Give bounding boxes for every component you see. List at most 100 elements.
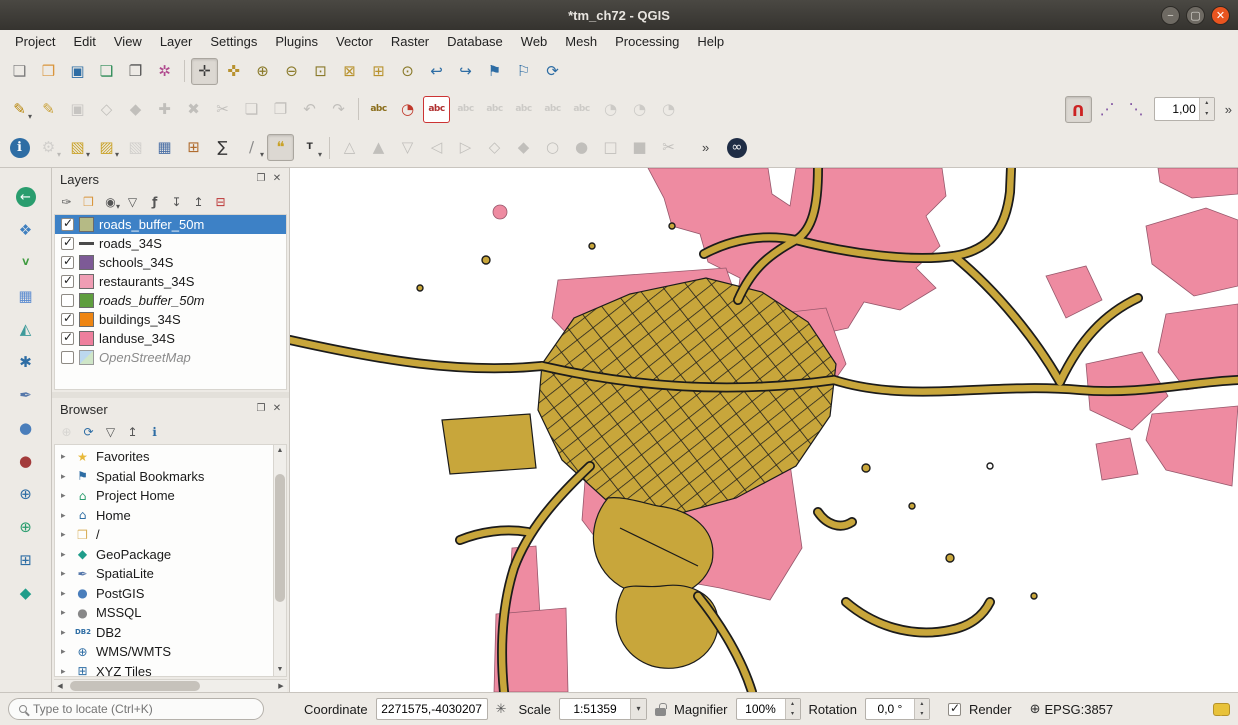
paste-features[interactable]: ❐ bbox=[267, 96, 294, 123]
mesh-select[interactable]: ▲ bbox=[365, 134, 392, 161]
spin-down-icon[interactable]: ▾ bbox=[1200, 109, 1214, 120]
geopackage[interactable]: ▸ ◆ GeoPackage bbox=[55, 545, 286, 565]
mesh-delaunay[interactable]: ● bbox=[568, 134, 595, 161]
spin-down-icon[interactable]: ▾ bbox=[786, 709, 800, 719]
manage-map-themes[interactable]: ◉ bbox=[100, 192, 121, 213]
titlebar[interactable]: *tm_ch72 - QGIS − ▢ ✕ bbox=[0, 0, 1238, 30]
layer-visibility-checkbox[interactable] bbox=[61, 218, 74, 231]
open-layer-styling-panel[interactable]: ✑ bbox=[56, 192, 77, 213]
layer-visibility-checkbox[interactable] bbox=[61, 313, 74, 326]
enable-properties-widget[interactable]: ℹ bbox=[144, 422, 165, 443]
menu-raster[interactable]: Raster bbox=[382, 32, 438, 51]
save-layer-edits[interactable]: ▣ bbox=[64, 96, 91, 123]
browser-vertical-scrollbar[interactable]: ▲ ▼ bbox=[273, 445, 286, 676]
expand-arrow-icon[interactable]: ▸ bbox=[61, 607, 69, 618]
new-print-layout[interactable]: ❏ bbox=[93, 58, 120, 85]
mesh-digitize[interactable]: △ bbox=[336, 134, 363, 161]
crs-status[interactable]: ⊕ EPSG:3857 bbox=[1030, 702, 1114, 717]
diagram-options[interactable]: ◔ bbox=[597, 96, 624, 123]
map-tips[interactable]: ❝ bbox=[267, 134, 294, 161]
filter-browser[interactable]: ▽ bbox=[100, 422, 121, 443]
add-wfs-layer[interactable]: ⊕ bbox=[10, 512, 42, 542]
show-layout-manager[interactable]: ❐ bbox=[122, 58, 149, 85]
add-raster-layer[interactable]: ▦ bbox=[10, 281, 42, 311]
mesh-select-polygon[interactable]: ▽ bbox=[394, 134, 421, 161]
root-folder[interactable]: ▸ ❒ / bbox=[55, 525, 286, 545]
stroke-width-spinbox[interactable]: ▴▾ bbox=[1154, 97, 1215, 121]
menu-mesh[interactable]: Mesh bbox=[556, 32, 606, 51]
menu-help[interactable]: Help bbox=[688, 32, 733, 51]
browser-back[interactable]: ← bbox=[10, 182, 42, 212]
expand-arrow-icon[interactable]: ▸ bbox=[61, 451, 69, 462]
text-annotation[interactable]: T bbox=[296, 134, 323, 161]
home[interactable]: ▸ ⌂ Home bbox=[55, 506, 286, 526]
mesh-merge-faces[interactable]: ○ bbox=[539, 134, 566, 161]
layer-visibility-checkbox[interactable] bbox=[61, 237, 74, 250]
db2[interactable]: ▸ DB2 DB2 bbox=[55, 623, 286, 643]
vertex-tool[interactable]: ✚ bbox=[151, 96, 178, 123]
mesh-edit-topology[interactable]: ▷ bbox=[452, 134, 479, 161]
layer-visibility-checkbox[interactable] bbox=[61, 294, 74, 307]
menu-settings[interactable]: Settings bbox=[201, 32, 266, 51]
rotation-input[interactable] bbox=[866, 702, 914, 716]
expand-arrow-icon[interactable]: ▸ bbox=[61, 646, 69, 657]
scrollbar-thumb[interactable] bbox=[70, 681, 200, 691]
move-diagram[interactable]: ◔ bbox=[626, 96, 653, 123]
mesh-split-faces[interactable]: ◆ bbox=[510, 134, 537, 161]
zoom-next[interactable]: ↪ bbox=[452, 58, 479, 85]
zoom-out[interactable]: ⊖ bbox=[278, 58, 305, 85]
open-attribute-table[interactable]: ▦ bbox=[151, 134, 178, 161]
scroll-left-icon[interactable]: ◀ bbox=[54, 680, 66, 692]
redo[interactable]: ↷ bbox=[325, 96, 352, 123]
menu-layer[interactable]: Layer bbox=[151, 32, 202, 51]
pin-diagram[interactable]: ◔ bbox=[655, 96, 682, 123]
magnifier-input[interactable] bbox=[737, 702, 785, 716]
filter-by-expression[interactable]: ƒ bbox=[144, 192, 165, 213]
expand-arrow-icon[interactable]: ▸ bbox=[61, 490, 69, 501]
add-selected-layers[interactable]: ⊕ bbox=[56, 422, 77, 443]
spatialite[interactable]: ▸ ✒ SpatiaLite bbox=[55, 564, 286, 584]
wms-wmts[interactable]: ▸ ⊕ WMS/WMTS bbox=[55, 642, 286, 662]
expand-all[interactable]: ↧ bbox=[166, 192, 187, 213]
float-panel-icon[interactable]: ❐ bbox=[253, 401, 269, 417]
zoom-in[interactable]: ⊕ bbox=[249, 58, 276, 85]
postgis[interactable]: ▸ ● PostGIS bbox=[55, 584, 286, 604]
dropdown-icon[interactable]: ▾ bbox=[630, 699, 646, 719]
show-spatial-bookmarks[interactable]: ⚐ bbox=[510, 58, 537, 85]
expand-arrow-icon[interactable]: ▸ bbox=[61, 568, 69, 579]
layer-item[interactable]: roads_buffer_50m bbox=[55, 291, 286, 310]
digitize-with-segment[interactable]: ◇ bbox=[93, 96, 120, 123]
layer-diagram-options[interactable]: ◔ bbox=[394, 96, 421, 123]
collapse-all[interactable]: ↥ bbox=[188, 192, 209, 213]
copy-features[interactable]: ❏ bbox=[238, 96, 265, 123]
xyz-tiles[interactable]: ▸ ⊞ XYZ Tiles bbox=[55, 662, 286, 677]
mesh-smooth[interactable]: ✂ bbox=[655, 134, 682, 161]
measure-line[interactable]: ∕ bbox=[238, 134, 265, 161]
select-by-value[interactable]: ▨ bbox=[93, 134, 120, 161]
favorites[interactable]: ▸ ★ Favorites bbox=[55, 447, 286, 467]
remove-layer[interactable]: ⊟ bbox=[210, 192, 231, 213]
undo[interactable]: ↶ bbox=[296, 96, 323, 123]
identify-features[interactable]: ℹ bbox=[6, 134, 33, 161]
add-mesh-layer[interactable]: ◭ bbox=[10, 314, 42, 344]
open-data-source-manager[interactable]: ❖ bbox=[10, 215, 42, 245]
new-geopackage-layer[interactable]: ◆ bbox=[10, 578, 42, 608]
show-hide-labels[interactable]: abc bbox=[481, 96, 508, 123]
zoom-last[interactable]: ↩ bbox=[423, 58, 450, 85]
layer-item[interactable]: landuse_34S bbox=[55, 329, 286, 348]
mesh-delete-vertices[interactable]: □ bbox=[597, 134, 624, 161]
deselect-features[interactable]: ▧ bbox=[122, 134, 149, 161]
scroll-down-icon[interactable]: ▼ bbox=[274, 664, 286, 676]
zoom-full-extent[interactable]: ⊡ bbox=[307, 58, 334, 85]
expand-arrow-icon[interactable]: ▸ bbox=[61, 549, 69, 560]
lock-scale-icon[interactable] bbox=[655, 708, 666, 716]
move-label[interactable]: abc bbox=[510, 96, 537, 123]
show-statistical-summary[interactable]: ∑ bbox=[209, 134, 236, 161]
toolbar-overflow-button[interactable]: » bbox=[1219, 102, 1238, 117]
expand-arrow-icon[interactable]: ▸ bbox=[61, 510, 69, 521]
add-delimited-text-layer[interactable]: ✱ bbox=[10, 347, 42, 377]
locate-input[interactable] bbox=[33, 702, 253, 716]
zoom-to-selection[interactable]: ⊠ bbox=[336, 58, 363, 85]
filter-legend[interactable]: ▽ bbox=[122, 192, 143, 213]
menu-plugins[interactable]: Plugins bbox=[266, 32, 327, 51]
